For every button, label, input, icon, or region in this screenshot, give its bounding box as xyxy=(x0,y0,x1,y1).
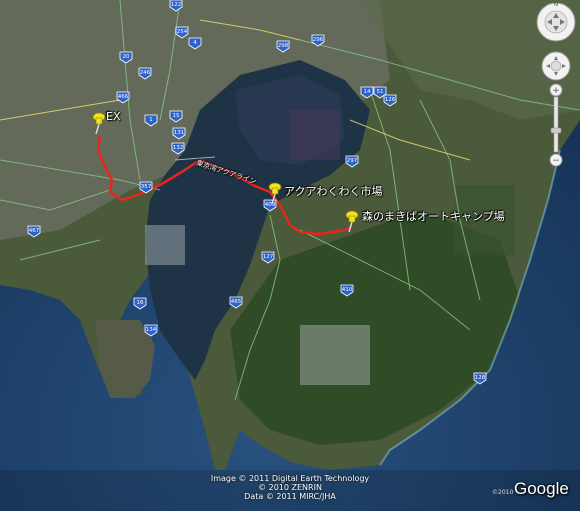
svg-text:246: 246 xyxy=(140,70,151,76)
copyright-year: ©2010 xyxy=(492,489,514,496)
attribution: Image © 2011 Digital Earth Technology © … xyxy=(0,474,580,501)
svg-text:+: + xyxy=(552,86,560,96)
route-shield-127: 127 xyxy=(261,251,275,264)
route-shield-128: 128 xyxy=(473,372,487,385)
map-view[interactable]: 122 254 4 298 296 20 246 466 1 15 131 132 14 51 126 357… xyxy=(0,0,580,511)
svg-text:20: 20 xyxy=(123,54,130,60)
route-shield-134: 134 xyxy=(144,324,158,337)
route-shield-1: 1 xyxy=(144,114,158,127)
svg-text:−: − xyxy=(552,156,560,166)
svg-text:357: 357 xyxy=(141,184,152,190)
route-shield-14: 14 xyxy=(360,86,374,99)
svg-text:14: 14 xyxy=(364,89,371,95)
svg-text:122: 122 xyxy=(171,2,182,8)
attribution-line-imagery: Image © 2011 Digital Earth Technology xyxy=(210,474,370,483)
placemark-label-campground[interactable]: 森のまきばオートキャンプ場 xyxy=(362,208,505,224)
route-shield-357: 357 xyxy=(139,181,153,194)
pushpin-ex[interactable] xyxy=(90,112,106,134)
pushpin-campground[interactable] xyxy=(343,210,359,232)
zoom-slider-track[interactable] xyxy=(553,96,559,153)
route-shield-467: 467 xyxy=(27,225,41,238)
svg-text:51: 51 xyxy=(377,89,384,95)
svg-text:4: 4 xyxy=(193,40,197,46)
svg-text:134: 134 xyxy=(146,327,157,333)
svg-text:254: 254 xyxy=(177,29,188,35)
route-shield-410: 410 xyxy=(340,284,354,297)
google-logo[interactable]: Google xyxy=(514,479,569,499)
svg-text:410: 410 xyxy=(342,287,353,293)
pushpin-aqua-market[interactable] xyxy=(266,182,282,204)
svg-text:467: 467 xyxy=(29,228,40,234)
route-shield-15: 15 xyxy=(169,110,183,123)
svg-text:15: 15 xyxy=(173,113,180,119)
svg-text:466: 466 xyxy=(118,94,129,100)
svg-text:126: 126 xyxy=(385,97,396,103)
svg-text:1: 1 xyxy=(149,117,153,123)
route-shield-296: 296 xyxy=(311,34,325,47)
svg-text:127: 127 xyxy=(263,254,274,260)
route-shield-298: 298 xyxy=(276,40,290,53)
route-shield-254: 254 xyxy=(175,26,189,39)
north-indicator[interactable]: N xyxy=(554,1,559,8)
route-shield-122: 122 xyxy=(169,0,183,12)
route-shield-20: 20 xyxy=(119,51,133,64)
svg-text:297: 297 xyxy=(347,158,358,164)
route-shield-16: 16 xyxy=(133,297,147,310)
route-shield-4: 4 xyxy=(188,37,202,50)
zoom-slider-handle[interactable] xyxy=(550,127,562,134)
route-shield-466: 466 xyxy=(116,91,130,104)
svg-text:16: 16 xyxy=(137,300,144,306)
svg-text:465: 465 xyxy=(231,299,242,305)
route-shields: 122 254 4 298 296 20 246 466 1 15 131 132 14 51126 357… xyxy=(27,0,487,385)
placemark-label-ex[interactable]: EX xyxy=(106,110,121,123)
svg-text:128: 128 xyxy=(475,375,486,381)
svg-text:298: 298 xyxy=(278,43,289,49)
route-shield-297: 297 xyxy=(345,155,359,168)
route-shield-126: 126 xyxy=(383,94,397,107)
svg-text:296: 296 xyxy=(313,37,324,43)
svg-text:131: 131 xyxy=(174,130,185,136)
placemark-label-aqua-market[interactable]: アクアわくわく市場 xyxy=(284,183,382,199)
route-shield-132: 132 xyxy=(171,142,185,155)
route-shield-131: 131 xyxy=(172,127,186,140)
route-shield-246: 246 xyxy=(138,67,152,80)
svg-text:132: 132 xyxy=(173,145,184,151)
navigation-controls: N + − xyxy=(536,1,576,167)
route-shield-465: 465 xyxy=(229,296,243,309)
